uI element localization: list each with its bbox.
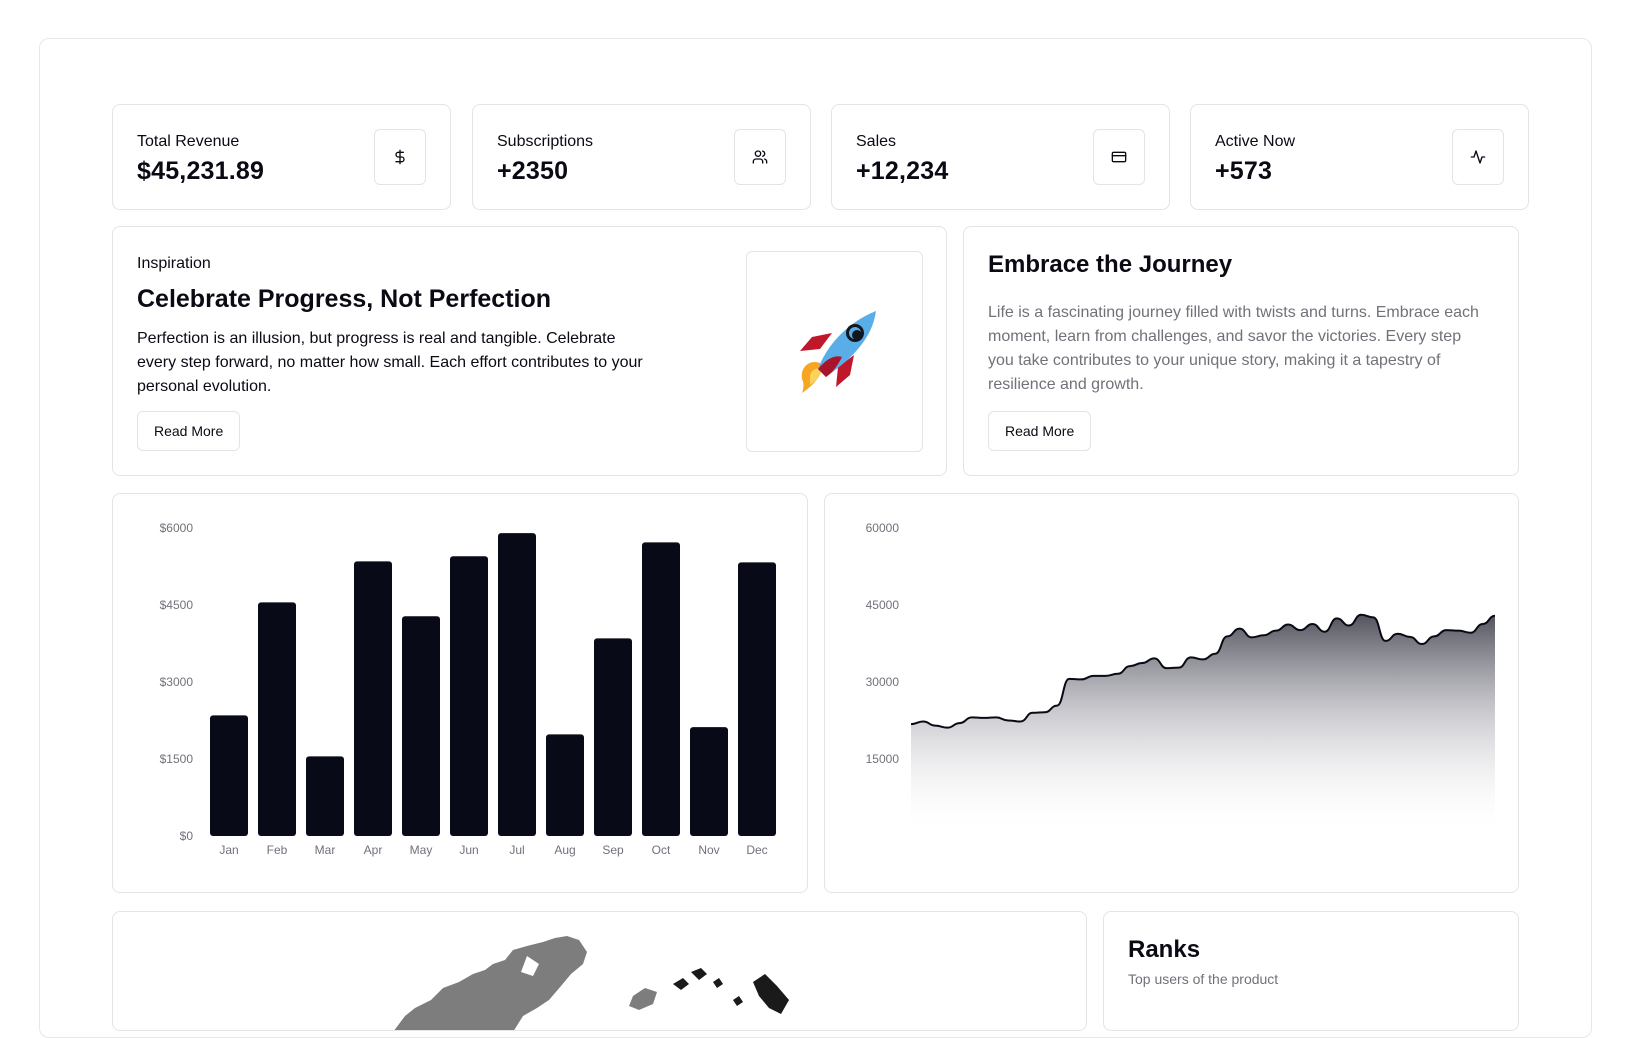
y-tick-label: $1500 xyxy=(160,752,194,766)
x-tick-label: Aug xyxy=(554,843,575,857)
journey-title: Embrace the Journey xyxy=(988,251,1233,278)
x-tick-label: Mar xyxy=(315,843,336,857)
area-chart-card: 15000 30000 45000 60000 xyxy=(824,493,1519,893)
journey-body: Life is a fascinating journey filled wit… xyxy=(988,304,1479,393)
bar-feb xyxy=(258,602,296,836)
bar-nov xyxy=(690,727,728,836)
x-tick-label: May xyxy=(410,843,433,857)
x-tick-label: Jan xyxy=(219,843,238,857)
world-map-card xyxy=(112,911,1087,1031)
y-tick-label: 30000 xyxy=(866,675,900,689)
stat-card-sales: Sales +12,234 xyxy=(831,104,1170,210)
y-tick-label: 15000 xyxy=(866,752,900,766)
x-tick-label: Dec xyxy=(746,843,767,857)
bar-may xyxy=(402,616,440,836)
stat-label: Total Revenue xyxy=(137,133,240,150)
x-tick-label: Jun xyxy=(459,843,478,857)
stat-value: +12,234 xyxy=(856,157,949,185)
inspiration-card: Inspiration Celebrate Progress, Not Perf… xyxy=(112,226,947,476)
stat-value: $45,231.89 xyxy=(137,157,265,185)
y-tick-label: $3000 xyxy=(160,675,194,689)
bar-dec xyxy=(738,562,776,836)
bar-aug xyxy=(546,734,584,836)
ranks-title: Ranks xyxy=(1128,936,1201,963)
rocket-icon xyxy=(799,310,876,393)
bar-jun xyxy=(450,556,488,836)
area-chart: 15000 30000 45000 60000 xyxy=(866,521,1496,836)
stat-card-total-revenue: Total Revenue $45,231.89 xyxy=(112,104,451,210)
activity-icon[interactable] xyxy=(1452,129,1504,185)
inspiration-body: Perfection is an illusion, but progress … xyxy=(137,330,643,395)
bar-jul xyxy=(498,533,536,836)
y-tick-label: 45000 xyxy=(866,598,900,612)
stat-label: Active Now xyxy=(1215,133,1296,150)
users-icon[interactable] xyxy=(734,129,786,185)
y-tick-label: $0 xyxy=(180,829,194,843)
ranks-subtitle: Top users of the product xyxy=(1128,971,1279,987)
bar-chart-card: $0 $1500 $3000 $4500 $6000 Jan Feb Mar Apr May Jun… xyxy=(112,493,808,893)
dollar-icon[interactable] xyxy=(374,129,426,185)
world-map xyxy=(394,936,789,1030)
bar-sep xyxy=(594,638,632,836)
bar-oct xyxy=(642,542,680,836)
stat-label: Sales xyxy=(856,133,897,150)
x-tick-label: Sep xyxy=(602,843,624,857)
bar-jan xyxy=(210,715,248,836)
x-tick-label: Nov xyxy=(698,843,719,857)
stat-label: Subscriptions xyxy=(497,133,594,150)
inspiration-title: Celebrate Progress, Not Perfection xyxy=(137,285,552,313)
x-tick-label: Jul xyxy=(509,843,524,857)
inspiration-eyebrow: Inspiration xyxy=(137,255,211,272)
read-more-button[interactable]: Read More xyxy=(988,411,1092,451)
x-tick-label: Oct xyxy=(652,843,671,857)
bar-chart: $0 $1500 $3000 $4500 $6000 Jan Feb Mar Apr May Jun… xyxy=(160,521,776,857)
bar-mar xyxy=(306,756,344,836)
y-tick-label: $6000 xyxy=(160,521,194,535)
stat-card-subscriptions: Subscriptions +2350 xyxy=(472,104,811,210)
x-tick-label: Apr xyxy=(364,843,383,857)
credit-card-icon[interactable] xyxy=(1093,129,1145,185)
x-tick-label: Feb xyxy=(267,843,288,857)
bar-apr xyxy=(354,561,392,836)
ranks-card: Ranks Top users of the product xyxy=(1103,911,1519,1031)
stat-value: +2350 xyxy=(497,157,569,185)
y-tick-label: 60000 xyxy=(866,521,900,535)
stat-card-active-now: Active Now +573 xyxy=(1190,104,1529,210)
journey-card: Embrace the Journey Life is a fascinatin… xyxy=(963,226,1519,476)
y-tick-label: $4500 xyxy=(160,598,194,612)
read-more-button[interactable]: Read More xyxy=(137,411,241,451)
stat-value: +573 xyxy=(1215,157,1273,185)
area-fill xyxy=(911,614,1495,836)
rocket-image-box xyxy=(746,251,923,452)
